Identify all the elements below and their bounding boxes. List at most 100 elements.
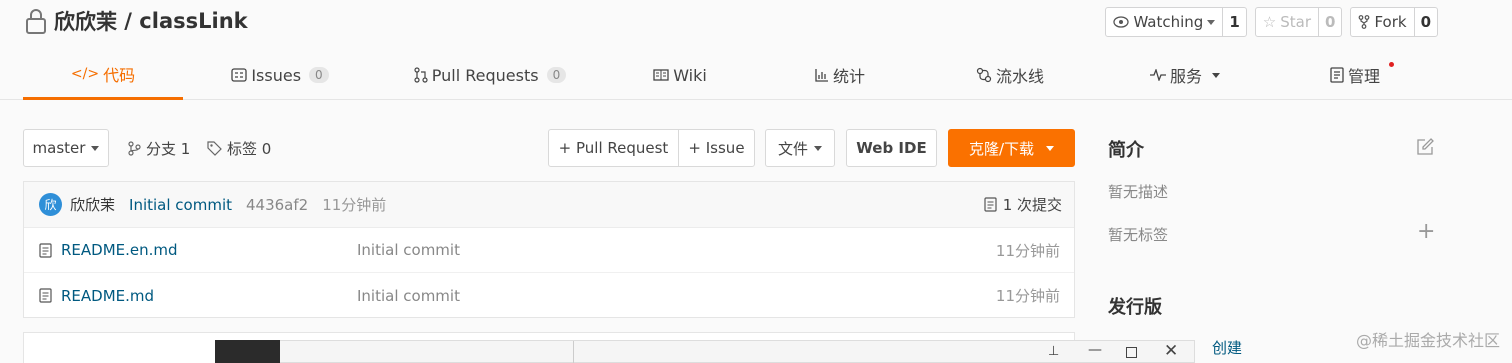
branch-icon: [128, 140, 141, 156]
chevron-down-icon: [814, 145, 822, 151]
repo-separator: /: [117, 9, 140, 33]
commit-count[interactable]: 1 次提交: [984, 194, 1062, 215]
new-issue-label: + Issue: [688, 139, 745, 157]
stats-icon: [815, 69, 828, 82]
file-name[interactable]: README.en.md: [61, 241, 178, 259]
commit-count-label: 1 次提交: [1002, 196, 1062, 214]
pin-icon[interactable]: ⊥: [1048, 344, 1059, 359]
repo-name[interactable]: classLink: [139, 9, 247, 33]
file-name[interactable]: README.md: [61, 287, 154, 305]
watermark: @稀土掘金技术社区: [1355, 331, 1500, 350]
pulse-icon: [1149, 69, 1166, 81]
repo-toolbar: master 分支 1 标签 0 + Pull Request + Issue …: [23, 129, 1075, 167]
tab-manage[interactable]: 管理: [1300, 50, 1410, 100]
wiki-icon: [653, 69, 669, 81]
watch-label: Watching: [1133, 13, 1204, 31]
notification-dot: [1389, 62, 1394, 67]
fork-count[interactable]: 0: [1413, 8, 1437, 36]
star-button[interactable]: ☆ Star 0: [1254, 7, 1343, 37]
clone-download-button[interactable]: 克隆/下载: [948, 129, 1075, 167]
branches-count: 分支 1: [146, 139, 191, 158]
file-commit-message[interactable]: Initial commit: [357, 241, 460, 259]
tab-wiki[interactable]: Wiki: [620, 50, 740, 100]
avatar[interactable]: 欣: [39, 193, 62, 216]
file-time: 11分钟前: [995, 287, 1060, 305]
tab-pipeline[interactable]: 流水线: [950, 50, 1070, 100]
pipeline-icon: [976, 67, 992, 83]
tab-label: 流水线: [995, 67, 1044, 86]
fork-label: Fork: [1374, 13, 1407, 31]
pr-count-badge: 0: [546, 67, 567, 83]
no-description: 暂无描述: [1108, 183, 1169, 201]
tab-label: 统计: [832, 67, 865, 86]
file-icon: [39, 288, 52, 303]
repo-actions: Watching 1 ☆ Star 0 Fork 0: [1105, 7, 1438, 37]
new-pull-request-button[interactable]: + Pull Request: [548, 129, 679, 167]
issues-icon: [231, 68, 247, 82]
file-label: 文件: [777, 139, 808, 158]
file-row[interactable]: README.md Initial commit 11分钟前: [24, 273, 1074, 318]
maximize-icon[interactable]: [1126, 347, 1137, 358]
issues-count-badge: 0: [309, 67, 329, 83]
tab-pull-requests[interactable]: Pull Requests 0: [405, 50, 575, 100]
tab-code[interactable]: </> 代码: [23, 50, 183, 100]
tab-issues[interactable]: Issues 0: [200, 50, 360, 100]
release-title: 发行版: [1108, 297, 1162, 318]
edit-icon[interactable]: [1416, 138, 1434, 156]
file-icon: [39, 242, 52, 258]
branches-link[interactable]: 分支 1: [128, 129, 190, 167]
file-commit-message[interactable]: Initial commit: [357, 287, 460, 305]
tab-stats[interactable]: 统计: [780, 50, 900, 100]
web-ide-button[interactable]: Web IDE: [846, 129, 937, 167]
star-count[interactable]: 0: [1318, 8, 1341, 36]
star-icon: ☆: [1262, 13, 1277, 31]
tags-link[interactable]: 标签 0: [207, 129, 271, 167]
create-release-link[interactable]: 创建: [1212, 337, 1242, 358]
commit-author[interactable]: 欣欣茉: [70, 194, 115, 215]
tab-label: 代码: [103, 65, 136, 85]
tab-label: Wiki: [673, 65, 707, 85]
intro-title: 简介: [1108, 140, 1144, 161]
floating-window-thumb: [215, 340, 280, 363]
no-tags: 暂无标签: [1108, 226, 1169, 244]
file-time: 11分钟前: [995, 241, 1060, 260]
tab-label: 服务: [1169, 67, 1202, 86]
file-row[interactable]: README.en.md Initial commit 11分钟前: [24, 228, 1074, 273]
file-list: 欣 欣欣茉 Initial commit 4436af2 11分钟前 1 次提交…: [23, 181, 1075, 318]
repo-tabs: </> 代码 Issues 0 Pull Requests 0 Wiki 统计 …: [0, 50, 1512, 100]
close-icon[interactable]: ✕: [1164, 341, 1178, 361]
branch-select[interactable]: master: [23, 129, 109, 167]
watch-button[interactable]: Watching 1: [1105, 7, 1247, 37]
commit-message[interactable]: Initial commit: [129, 196, 232, 214]
chevron-down-icon: [1046, 145, 1055, 151]
watch-count[interactable]: 1: [1222, 8, 1245, 36]
chevron-down-icon: [91, 145, 100, 151]
new-pull-request-label: + Pull Request: [558, 139, 669, 157]
tab-label: Pull Requests: [431, 65, 539, 85]
pull-request-icon: [414, 67, 428, 83]
web-ide-label: Web IDE: [856, 139, 927, 157]
fork-button[interactable]: Fork 0: [1350, 7, 1438, 37]
repo-owner[interactable]: 欣欣茉: [54, 6, 117, 36]
commit-hash[interactable]: 4436af2: [246, 196, 308, 214]
commit-time: 11分钟前: [322, 196, 387, 214]
minimize-icon[interactable]: —: [1088, 342, 1102, 358]
eye-icon: [1113, 16, 1130, 28]
repo-header: 欣欣茉 / classLink Watching 1 ☆ Star 0 Fork: [0, 0, 1512, 100]
manage-icon: [1330, 67, 1344, 83]
repo-title: 欣欣茉 / classLink: [24, 6, 248, 36]
clone-label: 克隆/下载: [968, 139, 1035, 158]
file-dropdown[interactable]: 文件: [765, 129, 835, 167]
branch-name: master: [32, 139, 86, 157]
tab-label: Issues: [251, 65, 302, 85]
chevron-down-icon: [1212, 72, 1220, 78]
code-icon: </>: [70, 65, 100, 82]
new-issue-button[interactable]: + Issue: [678, 129, 755, 167]
tab-label: 管理: [1347, 67, 1380, 86]
lock-icon: [26, 9, 46, 34]
divider: [573, 341, 574, 363]
star-label: Star: [1280, 13, 1311, 31]
floating-window-bar: ⊥ — ✕: [215, 340, 1195, 363]
add-tag-icon[interactable]: +: [1417, 219, 1435, 244]
tab-services[interactable]: 服务: [1120, 50, 1250, 100]
